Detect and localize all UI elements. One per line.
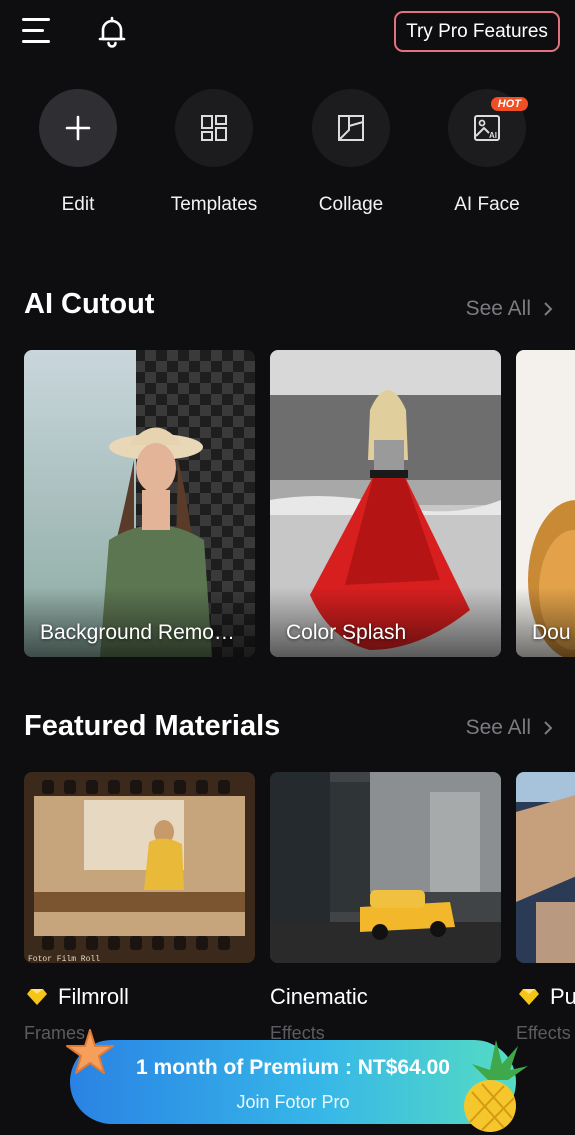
section-title-ai-cutout: AI Cutout [24,288,155,320]
featured-card-partial[interactable] [516,772,575,963]
featured-item-label: Pu [550,984,575,1009]
quick-action-edit[interactable]: Edit [18,89,138,216]
hot-badge: HOT [490,97,528,111]
ai-cutout-card-background-remove[interactable]: Background Remo… [24,350,255,657]
promo-join-text: Join Fotor Pro [236,1092,350,1112]
see-all-label: See All [465,716,531,739]
ai-cutout-card-double[interactable]: Dou [516,350,575,657]
notification-bell-icon[interactable] [94,14,130,50]
quick-action-label: Edit [61,194,95,215]
try-pro-button[interactable]: Try Pro Features [394,11,560,52]
menu-icon[interactable] [22,18,52,46]
section-title-featured-materials: Featured Materials [24,710,281,742]
card-caption: Color Splash [286,621,407,644]
quick-action-templates[interactable]: Templates [154,89,274,216]
ai-face-button-circle[interactable]: AI HOT [448,89,528,167]
plus-icon [65,115,91,141]
quick-action-collage[interactable]: Collage [291,89,411,216]
chevron-right-icon [544,302,553,316]
premium-diamond-icon [519,989,539,1005]
see-all-label: See All [465,297,531,320]
film-watermark: Fotor Film Roll [28,955,100,963]
card-caption: Background Remo… [40,621,235,644]
quick-action-label: Templates [170,194,258,215]
ai-cutout-see-all-link[interactable]: See All [466,297,553,321]
quick-action-label: Collage [318,194,384,215]
templates-button-circle[interactable] [175,89,253,167]
collage-icon [338,115,364,141]
premium-promo-banner[interactable]: 1 month of Premium : NT$64.00 Join Fotor… [70,1040,516,1124]
featured-card-filmroll[interactable]: Fotor Film Roll [24,772,255,963]
collage-button-circle[interactable] [312,89,390,167]
featured-item-title: Cinematic [270,984,368,1010]
premium-diamond-icon [27,989,47,1005]
quick-action-label: AI Face [454,194,520,215]
edit-button-circle[interactable] [39,89,117,167]
filmroll-thumbnail: Fotor Film Roll [24,772,255,963]
ai-cutout-card-color-splash[interactable]: Color Splash [270,350,501,657]
featured-card-cinematic[interactable] [270,772,501,963]
templates-grid-icon [201,115,227,141]
featured-item-title: Pu [518,984,575,1010]
card-caption: Dou [532,621,571,644]
quick-action-ai-face[interactable]: AI HOT AI Face [427,89,547,216]
svg-text:AI: AI [489,131,497,140]
cinematic-thumbnail [270,772,501,963]
featured-see-all-link[interactable]: See All [466,716,553,740]
pineapple-icon [464,1040,528,1132]
featured-item-label: Filmroll [58,984,129,1009]
chevron-right-icon [544,721,553,735]
partial-thumbnail [516,772,575,963]
featured-item-label: Cinematic [270,984,368,1009]
promo-price-text: 1 month of Premium : NT$64.00 [136,1056,450,1079]
starfish-icon [66,1029,114,1074]
ai-image-icon: AI [474,115,500,141]
featured-item-title: Filmroll [26,984,129,1010]
